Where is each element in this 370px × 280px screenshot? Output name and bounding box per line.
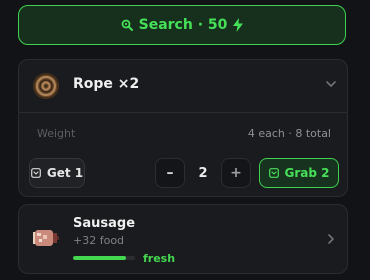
decrement-button[interactable]: – bbox=[155, 158, 185, 188]
lightning-icon bbox=[233, 18, 244, 32]
increment-button[interactable]: + bbox=[221, 158, 251, 188]
inventory-icon bbox=[268, 168, 279, 178]
plus-icon: + bbox=[230, 165, 242, 181]
get-one-label: Get 1 bbox=[46, 166, 84, 180]
search-icon bbox=[121, 19, 133, 31]
inventory-icon bbox=[30, 168, 41, 178]
screen: Search · 50 Rope ×2 Weight 4 each · 8 to… bbox=[0, 0, 370, 280]
weight-value: 4 each · 8 total bbox=[247, 127, 331, 140]
weight-label: Weight bbox=[37, 127, 76, 140]
item-effect: +32 food bbox=[73, 234, 125, 247]
get-one-button[interactable]: Get 1 bbox=[29, 158, 85, 188]
item-title: Rope ×2 bbox=[73, 76, 140, 92]
item-title: Sausage bbox=[73, 216, 136, 231]
freshness-label: fresh bbox=[143, 251, 176, 265]
item-card-rope: Rope ×2 Weight 4 each · 8 total Get 1 – … bbox=[18, 59, 348, 197]
item-card-sausage[interactable]: Sausage +32 food fresh bbox=[18, 204, 348, 274]
grab-button[interactable]: Grab 2 bbox=[259, 158, 339, 188]
search-label: Search · 50 bbox=[138, 17, 228, 33]
freshness-bar bbox=[73, 256, 135, 260]
sausage-icon bbox=[33, 230, 59, 246]
chevron-right-icon[interactable] bbox=[325, 233, 337, 245]
minus-icon: – bbox=[166, 165, 174, 181]
freshness-indicator: fresh bbox=[73, 251, 176, 265]
freshness-bar-fill bbox=[73, 256, 126, 260]
search-button[interactable]: Search · 50 bbox=[18, 5, 346, 45]
rope-icon bbox=[33, 73, 59, 99]
grab-label: Grab 2 bbox=[284, 166, 330, 180]
item-card-header[interactable]: Rope ×2 bbox=[19, 60, 347, 113]
chevron-down-icon[interactable] bbox=[325, 78, 337, 90]
quantity-stepper: – 2 + bbox=[155, 158, 251, 188]
quantity-value: 2 bbox=[198, 165, 208, 181]
